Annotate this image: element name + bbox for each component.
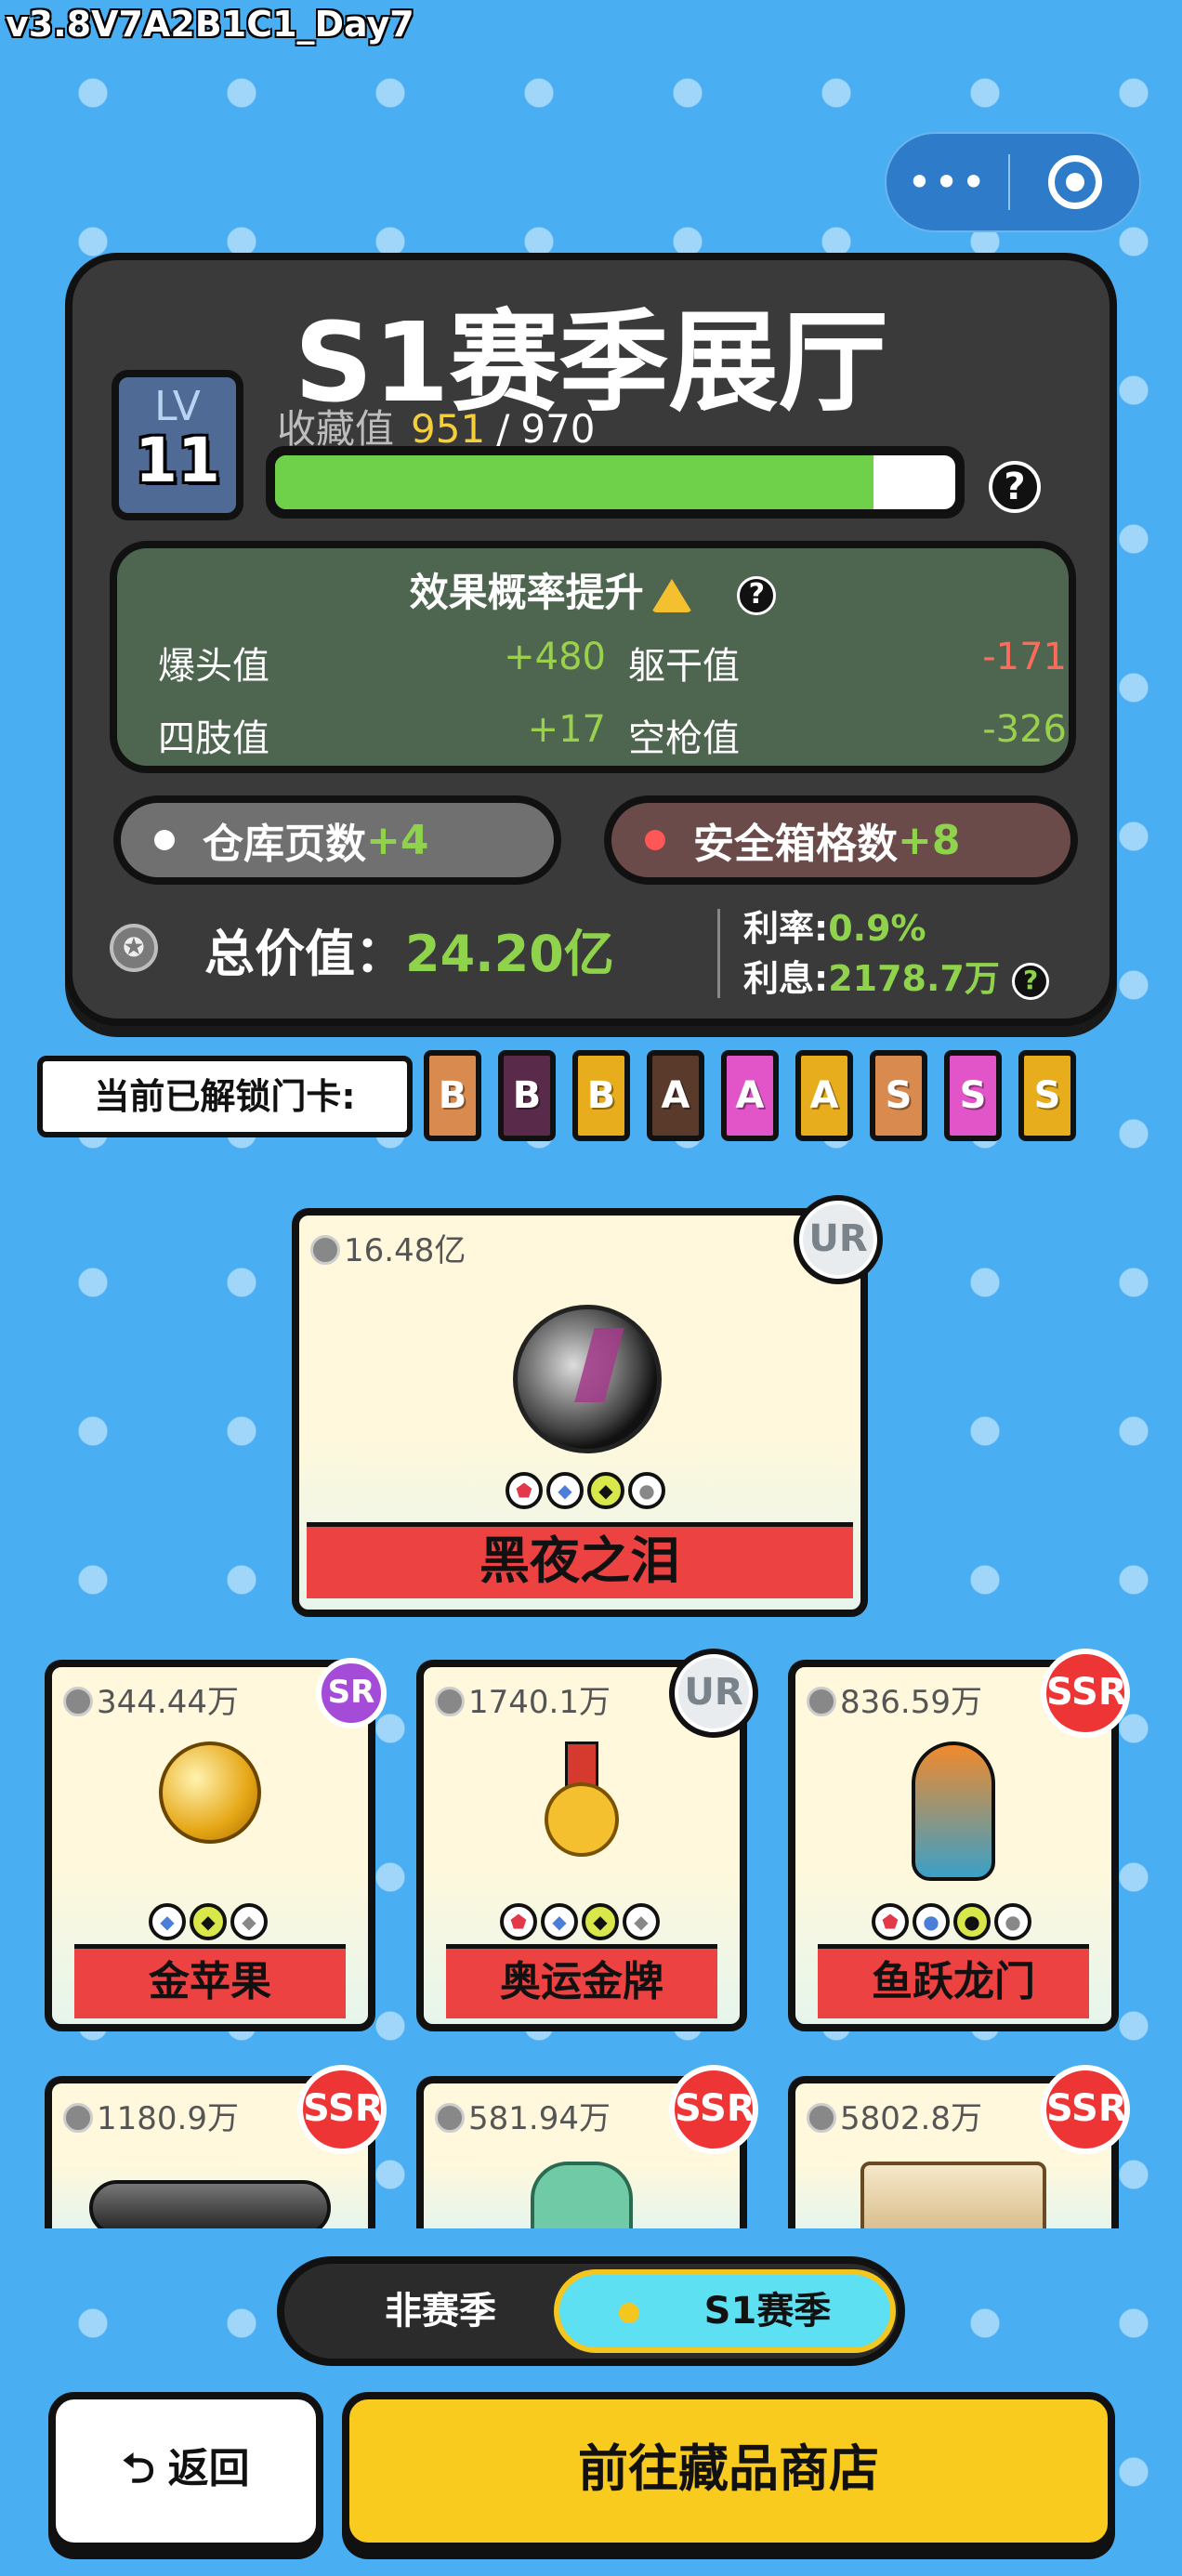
warehouse-bonus-value: +4	[366, 816, 429, 864]
gold-medal-icon	[424, 1741, 740, 1862]
stat-value-limbs: +17	[527, 708, 606, 751]
featured-gems: ⬟ ◆ ◆ ●	[506, 1472, 665, 1509]
stat-label-torso: 躯干值	[628, 645, 740, 688]
collection-current: 951	[411, 406, 486, 452]
warehouse-dot-icon	[154, 830, 175, 850]
safebox-bonus-value: +8	[898, 816, 961, 864]
interest-amount: 利息:2178.7万 ?	[743, 950, 1050, 1001]
back-arrow-icon: ⮌	[122, 2445, 155, 2492]
safebox-dot-icon	[645, 830, 665, 850]
level-label: LV	[154, 383, 201, 430]
stat-label-headshot: 爆头值	[158, 645, 269, 688]
golden-apple-icon	[52, 1741, 368, 1844]
effect-boost-box: 效果概率提升 ? 爆头值 +480 躯干值 -171 四肢值 +17 空枪值 -…	[110, 541, 1076, 773]
back-button[interactable]: ⮌ 返回	[48, 2392, 323, 2550]
level-badge: LV 11	[112, 370, 243, 520]
collection-max: 970	[520, 406, 596, 452]
warehouse-bonus-pill: 仓库页数 +4	[113, 795, 561, 885]
item-rarity-badge: SSR	[1041, 2065, 1130, 2154]
warning-triangle-icon	[650, 578, 692, 612]
gate-card: A	[721, 1050, 779, 1141]
go-to-shop-button[interactable]: 前往藏品商店	[342, 2392, 1115, 2550]
featured-name: 黑夜之泪	[307, 1522, 853, 1598]
stat-value-torso: -171	[982, 636, 1067, 678]
koi-fish-icon	[795, 1741, 1111, 1881]
total-value-label: 总价值：	[204, 925, 405, 983]
collection-label: 收藏值	[277, 406, 395, 452]
gate-card: B	[424, 1050, 481, 1141]
unlocked-cards-row: BBBAAASSS	[424, 1050, 1076, 1141]
stat-label-limbs: 四肢值	[158, 717, 269, 760]
gate-card: A	[647, 1050, 704, 1141]
gate-card: B	[498, 1050, 556, 1141]
gate-card: S	[1018, 1050, 1076, 1141]
featured-item-card[interactable]: 16.48亿 ⬟ ◆ ◆ ● 黑夜之泪	[292, 1208, 868, 1617]
effect-help-button[interactable]: ?	[737, 575, 777, 615]
tab-off-season[interactable]: 非赛季	[301, 2275, 580, 2347]
target-ring-icon	[1047, 155, 1102, 209]
effect-title: 效果概率提升	[409, 570, 644, 615]
gate-card: B	[572, 1050, 630, 1141]
unlocked-cards-label: 当前已解锁门卡:	[37, 1056, 413, 1137]
gate-card: S	[870, 1050, 927, 1141]
item-rarity-badge: SSR	[669, 2065, 758, 2154]
featured-price: 16.48亿	[310, 1225, 466, 1270]
season-tabs: 非赛季 S1赛季	[277, 2256, 905, 2366]
stat-label-miss: 空枪值	[628, 717, 740, 760]
interest-help-button[interactable]: ?	[1012, 962, 1050, 1000]
more-dots-icon[interactable]: •••	[886, 161, 1008, 204]
item-price: 344.44万	[63, 1676, 239, 1722]
coin-icon: ✪	[110, 924, 158, 972]
gate-card: S	[944, 1050, 1002, 1141]
item-name: 奥运金牌	[446, 1944, 717, 2018]
item-price: 1740.1万	[435, 1676, 611, 1722]
tab-s1-season[interactable]: S1赛季	[554, 2269, 896, 2353]
close-capsule-button[interactable]	[1010, 155, 1139, 209]
item-rarity-badge: SSR	[1041, 1649, 1130, 1738]
collection-progress-bar	[266, 446, 965, 519]
safebox-bonus-pill: 安全箱格数 +8	[604, 795, 1078, 885]
item-gems: ⬟ ● ● ●	[872, 1903, 1031, 1940]
effect-title-row: 效果概率提升 ?	[117, 561, 1069, 618]
interest-rate: 利率:0.9%	[743, 908, 926, 949]
safebox-bonus-label: 安全箱格数	[693, 821, 898, 868]
item-rarity-badge: SR	[316, 1658, 387, 1728]
level-value: 11	[135, 425, 220, 496]
item-name: 金苹果	[74, 1944, 346, 2018]
version-label: v3.8V7A2B1C1_Day7	[6, 4, 414, 45]
item-name: 鱼跃龙门	[818, 1944, 1089, 2018]
item-gems: ⬟ ◆ ◆ ◆	[500, 1903, 660, 1940]
collection-help-button[interactable]: ?	[989, 461, 1041, 513]
featured-rarity-badge: UR	[794, 1195, 883, 1284]
item-price: 836.59万	[807, 1676, 982, 1722]
item-gems: ◆ ◆ ◆	[149, 1903, 268, 1940]
item-rarity-badge: UR	[669, 1649, 758, 1738]
warehouse-bonus-label: 仓库页数	[203, 821, 366, 868]
total-value-row: 总价值：24.20亿	[204, 913, 614, 986]
stat-value-headshot: +480	[504, 636, 606, 678]
black-orb-icon	[513, 1305, 662, 1453]
total-divider	[717, 909, 720, 998]
total-value: 24.20亿	[405, 925, 614, 983]
gate-card: A	[795, 1050, 853, 1141]
item-rarity-badge: SSR	[297, 2065, 387, 2154]
collection-progress-fill	[275, 455, 874, 509]
collection-slash: /	[496, 406, 510, 452]
stat-value-miss: -326	[982, 708, 1067, 751]
mini-program-capsule: •••	[885, 132, 1141, 232]
hall-panel: S1赛季展厅 LV 11 收藏值 951/970 ? 效果概率提升 ? 爆头值 +…	[65, 253, 1117, 1026]
